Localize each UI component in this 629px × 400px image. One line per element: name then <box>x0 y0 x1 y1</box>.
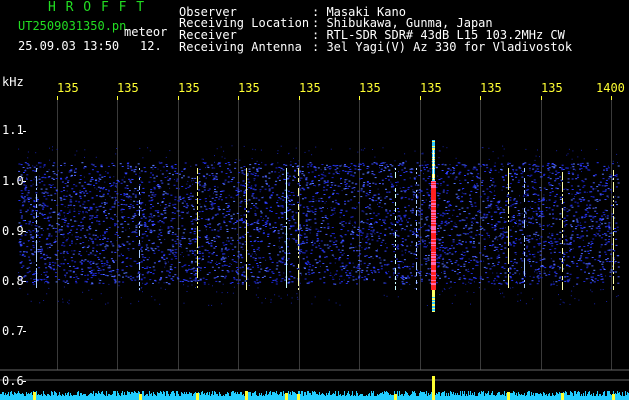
y-tick-label: 0.6 <box>2 374 24 388</box>
spectrum-peak <box>394 394 397 400</box>
spectrum-peak <box>297 394 300 400</box>
spectrum-peak <box>432 376 435 400</box>
x-tick-mark <box>420 96 421 100</box>
x-tick-label: 135 <box>359 81 381 95</box>
echo-counter: 12. <box>140 39 162 53</box>
spectrum-peak <box>285 393 288 400</box>
x-tick-label: 135 <box>480 81 502 95</box>
y-tick-label: 1.0 <box>2 174 24 188</box>
date-time: 25.09.03 13:50 <box>18 39 120 53</box>
x-tick-label: 135 <box>420 81 442 95</box>
y-tick-label: 0.9 <box>2 224 24 238</box>
spectrum-peak <box>245 391 248 400</box>
grid-line <box>178 98 179 370</box>
x-tick-mark <box>480 96 481 100</box>
app-logo: H R O F F T <box>48 0 146 15</box>
x-tick-mark <box>611 96 612 100</box>
meteor-core <box>433 150 434 180</box>
x-tick-label: 135 <box>541 81 563 95</box>
y-tick-label: 0.7 <box>2 324 24 338</box>
x-tick-mark <box>541 96 542 100</box>
grid-line <box>611 98 612 370</box>
spectrum-peak <box>561 393 564 400</box>
x-tick-label: 135 <box>299 81 321 95</box>
x-tick-mark <box>178 96 179 100</box>
grid-line <box>57 98 58 370</box>
y-tick-label: 1.1 <box>2 123 24 137</box>
spectrum-peak <box>139 394 142 400</box>
x-tick-label: 135 <box>238 81 260 95</box>
grid-line <box>420 98 421 370</box>
field-value-antenna: : 3el Yagi(V) Az 330 for Vladivostok <box>312 40 573 54</box>
x-tick-mark <box>117 96 118 100</box>
spectrum-peak <box>196 393 199 400</box>
x-tick-label: 135 <box>178 81 200 95</box>
x-tick-mark <box>299 96 300 100</box>
x-tick-label: 135 <box>117 81 139 95</box>
field-label-antenna: Receiving Antenna <box>179 40 302 54</box>
spectrogram-screen <box>0 0 629 400</box>
x-tick-mark <box>238 96 239 100</box>
y-tick-label: 0.8 <box>2 274 24 288</box>
grid-line <box>299 98 300 370</box>
grid-line <box>238 98 239 370</box>
grid-line <box>359 98 360 370</box>
x-tick-label: 1400 <box>596 81 625 95</box>
x-tick-mark <box>359 96 360 100</box>
spectrum-peak <box>33 392 36 400</box>
file-name: UT2509031350.pn <box>18 19 127 33</box>
grid-line <box>117 98 118 370</box>
x-tick-mark <box>57 96 58 100</box>
meteor-tag: meteor <box>124 25 168 39</box>
spectrum-peak <box>612 394 615 400</box>
x-tick-label: 135 <box>57 81 79 95</box>
spectrum-peak <box>507 392 510 400</box>
axis-unit-label: kHz <box>2 75 24 89</box>
grid-line <box>541 98 542 370</box>
